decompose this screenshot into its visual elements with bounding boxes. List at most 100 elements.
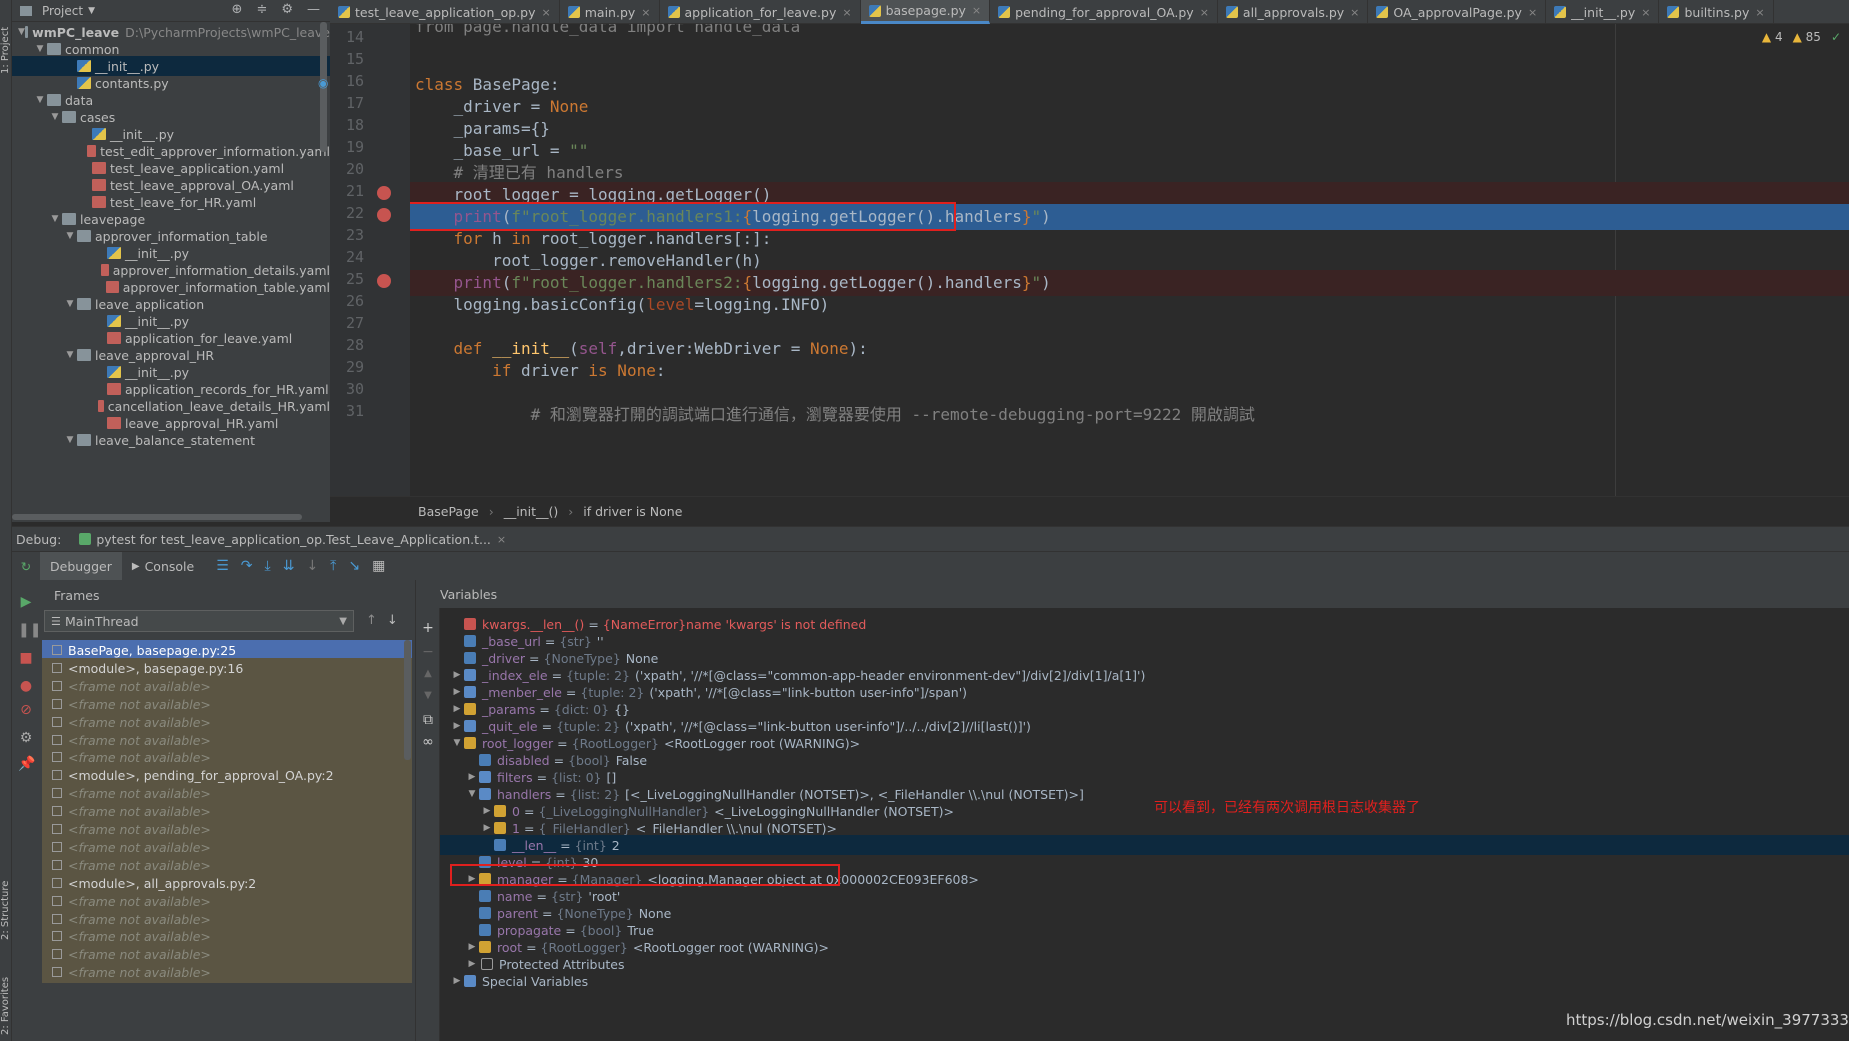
variable-name: _quit_ele <box>482 718 538 734</box>
tab-console[interactable]: ▶ Console <box>122 552 204 580</box>
tab-basepage-py[interactable]: basepage.py × <box>860 0 991 24</box>
equals-sign: = <box>536 888 547 904</box>
show-execution-point-icon[interactable]: ☰ <box>216 558 229 574</box>
add-watch-icon[interactable]: + <box>420 620 436 636</box>
close-icon[interactable]: × <box>641 6 650 19</box>
stop-icon[interactable]: ■ <box>18 650 34 666</box>
variable-row[interactable]: ▶ Special Variables <box>440 971 1849 991</box>
breakpoint-icon[interactable] <box>377 186 391 200</box>
tab-application-for-leave-py[interactable]: application_for_leave.py × <box>660 0 861 24</box>
project-title[interactable]: Project <box>42 4 83 18</box>
step-over-icon[interactable]: ↷ <box>241 558 253 574</box>
variable-type: {_FileHandler} <box>538 820 631 836</box>
chevron-right-icon[interactable]: ▶ <box>480 806 494 816</box>
chevron-down-icon[interactable]: ▼ <box>88 6 95 16</box>
chevron-right-icon[interactable]: ▶ <box>465 942 479 952</box>
chevron-down-icon[interactable]: ▼ <box>63 350 77 360</box>
gear-icon[interactable]: ⚙ <box>281 2 293 17</box>
close-icon[interactable]: × <box>1200 6 1209 19</box>
close-icon[interactable]: × <box>497 533 506 546</box>
frame-item[interactable]: <frame not available> <box>42 962 412 984</box>
tab-all-approvals-py[interactable]: all_approvals.py × <box>1218 0 1369 24</box>
minimize-icon[interactable]: — <box>307 2 320 17</box>
move-down-icon[interactable]: ▼ <box>420 688 436 704</box>
chevron-down-icon[interactable]: ▼ <box>18 27 25 37</box>
project-tool-window-label[interactable]: 1: Project <box>0 4 12 74</box>
thread-selector[interactable]: ☰ MainThread ▼ <box>44 610 354 632</box>
copy-icon[interactable]: ⧉ <box>420 712 436 728</box>
tab-pending-for-approval-oa-py[interactable]: pending_for_approval_OA.py × <box>990 0 1218 24</box>
pause-icon[interactable]: ❚❚ <box>18 622 41 638</box>
close-icon[interactable]: × <box>972 4 981 17</box>
chevron-down-icon[interactable]: ▼ <box>63 435 77 445</box>
chevron-right-icon[interactable]: ▶ <box>465 772 479 782</box>
chevron-right-icon[interactable]: ▶ <box>450 670 464 680</box>
resume-icon[interactable]: ▶ <box>18 594 34 610</box>
tab--init-py[interactable]: __init__.py × <box>1546 0 1660 24</box>
tab-debugger[interactable]: Debugger <box>40 552 122 580</box>
close-icon[interactable]: × <box>542 6 551 19</box>
close-icon[interactable]: × <box>1350 6 1359 19</box>
tab-test-leave-application-op-py[interactable]: test_leave_application_op.py × <box>330 0 560 24</box>
chevron-down-icon[interactable]: ▼ <box>33 95 47 105</box>
variable-icon <box>464 720 476 732</box>
breadcrumb-item[interactable]: __init__() <box>504 504 559 519</box>
show-watches-icon[interactable]: ∞ <box>420 734 436 750</box>
run-to-cursor-icon[interactable]: ↘ <box>348 558 360 574</box>
close-icon[interactable]: × <box>842 6 851 19</box>
chevron-right-icon[interactable]: ▶ <box>450 721 464 731</box>
chevron-right-icon[interactable]: ▶ <box>465 959 479 969</box>
inspection-widget[interactable]: ▲ 4 ▲ 85 ✓ <box>1762 30 1841 44</box>
mute-breakpoints-icon[interactable]: ⊘ <box>18 702 34 718</box>
breakpoint-icon[interactable] <box>377 274 391 288</box>
chevron-down-icon[interactable]: ▼ <box>450 738 464 748</box>
tab-oa-approvalpage-py[interactable]: OA_approvalPage.py × <box>1368 0 1547 24</box>
remove-watch-icon[interactable]: − <box>420 644 436 660</box>
tree-item-label: approver_information_table.yaml <box>122 279 330 295</box>
structure-tool-window-label[interactable]: 2: Structure <box>0 860 12 940</box>
chevron-right-icon[interactable]: ▶ <box>450 976 464 986</box>
tab-builtins-py[interactable]: builtins.py × <box>1659 0 1774 24</box>
close-icon[interactable]: × <box>1755 6 1764 19</box>
arrow-up-icon[interactable]: ↑ <box>366 613 377 628</box>
override-method-icon[interactable]: ◉ <box>318 76 332 90</box>
yaml-file-icon <box>107 383 121 395</box>
tree-item[interactable]: ▼ leave_balance_statement <box>12 430 330 450</box>
frames-scrollbar[interactable] <box>404 640 411 760</box>
code-editor[interactable]: from page.handle_data import handle_data… <box>410 24 1849 496</box>
settings-icon[interactable]: ⚙ <box>18 730 34 746</box>
move-up-icon[interactable]: ▲ <box>420 666 436 682</box>
variable-value: 'root' <box>588 888 621 904</box>
equals-sign: = <box>541 905 553 921</box>
chevron-down-icon[interactable]: ▼ <box>63 299 77 309</box>
evaluate-expression-icon[interactable]: ▦ <box>372 558 385 574</box>
chevron-down-icon[interactable]: ▼ <box>33 44 47 54</box>
collapse-icon[interactable]: ≑ <box>256 2 267 17</box>
rerun-icon[interactable]: ↻ <box>12 559 40 574</box>
variable-name: _params <box>482 701 536 717</box>
arrow-down-icon[interactable]: ↓ <box>387 613 398 628</box>
chevron-down-icon[interactable]: ▼ <box>48 214 62 224</box>
chevron-down-icon[interactable]: ▼ <box>465 789 479 799</box>
project-horizontal-scrollbar[interactable] <box>12 514 302 520</box>
breadcrumb-item[interactable]: if driver is None <box>583 504 682 519</box>
chevron-down-icon[interactable]: ▼ <box>63 231 77 241</box>
pin-icon[interactable]: 📌 <box>18 756 35 772</box>
chevron-right-icon[interactable]: ▶ <box>480 823 494 833</box>
view-breakpoints-icon[interactable]: ● <box>18 678 34 694</box>
close-icon[interactable]: × <box>1528 6 1537 19</box>
debug-session-tab[interactable]: pytest for test_leave_application_op.Tes… <box>79 532 506 547</box>
chevron-down-icon[interactable]: ▼ <box>48 112 62 122</box>
favorites-tool-window-label[interactable]: 2: Favorites <box>0 960 12 1035</box>
breakpoint-icon[interactable] <box>377 208 391 222</box>
close-icon[interactable]: × <box>1641 6 1650 19</box>
tab-main-py[interactable]: main.py × <box>560 0 660 24</box>
breadcrumb-item[interactable]: BasePage <box>418 504 479 519</box>
step-out-icon[interactable]: ⤒ <box>330 558 336 574</box>
step-into-my-code-icon[interactable]: ⇊ <box>283 558 295 574</box>
target-icon[interactable]: ⊕ <box>232 2 243 17</box>
chevron-right-icon[interactable]: ▶ <box>450 704 464 714</box>
force-step-into-icon[interactable]: ↓ <box>306 558 318 574</box>
chevron-right-icon[interactable]: ▶ <box>450 687 464 697</box>
step-into-icon[interactable]: ⤓ <box>265 558 271 574</box>
